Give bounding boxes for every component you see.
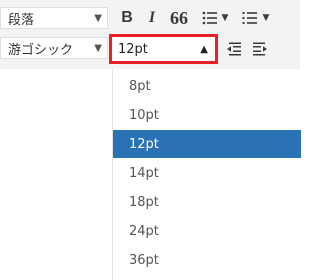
increase-indent-button[interactable]	[252, 38, 270, 60]
bold-button[interactable]: B	[118, 7, 136, 29]
font-size-option[interactable]: 10pt	[113, 101, 301, 129]
font-size-select[interactable]: 12pt ▲	[109, 34, 218, 64]
italic-label: I	[148, 9, 156, 26]
paragraph-format-select[interactable]: 段落 ▼	[0, 7, 108, 29]
font-size-option[interactable]: 36pt	[113, 246, 301, 274]
font-size-option-selected[interactable]: 12pt	[113, 130, 301, 158]
font-size-option[interactable]: 18pt	[113, 188, 301, 216]
numbered-list-dropdown[interactable]: ▼	[261, 7, 271, 29]
quote-label: 66	[170, 7, 188, 28]
chevron-down-icon: ▼	[221, 13, 229, 23]
bullet-list-dropdown[interactable]: ▼	[220, 7, 230, 29]
font-family-select[interactable]: 游ゴシック ▼	[0, 37, 108, 59]
increase-indent-icon	[253, 42, 267, 56]
font-size-option-label: 36pt	[129, 252, 159, 268]
font-size-option-label: 24pt	[129, 223, 159, 239]
blockquote-button[interactable]: 66	[169, 7, 189, 29]
chevron-down-icon: ▼	[262, 13, 270, 23]
font-size-dropdown: 8pt 10pt 12pt 14pt 18pt 24pt 36pt	[112, 69, 301, 280]
bold-label: B	[121, 9, 133, 26]
font-size-option[interactable]: 14pt	[113, 159, 301, 187]
decrease-indent-icon	[227, 42, 241, 56]
font-size-option-label: 8pt	[129, 78, 151, 94]
font-size-option-label: 12pt	[129, 136, 159, 152]
font-size-option-label: 18pt	[129, 194, 159, 210]
chevron-down-icon: ▼	[94, 12, 102, 24]
bullet-list-icon	[202, 11, 217, 25]
chevron-down-icon: ▼	[94, 42, 102, 54]
numbered-list-button[interactable]	[241, 7, 259, 29]
font-size-option[interactable]: 8pt	[113, 72, 301, 100]
chevron-up-icon: ▲	[200, 43, 208, 55]
bullet-list-button[interactable]	[201, 7, 219, 29]
font-family-value: 游ゴシック	[8, 42, 74, 58]
font-size-option-label: 10pt	[129, 107, 159, 123]
font-size-option-label: 14pt	[129, 165, 159, 181]
font-size-option[interactable]: 24pt	[113, 217, 301, 245]
font-size-value: 12pt	[118, 41, 148, 57]
paragraph-format-value: 段落	[8, 12, 35, 28]
italic-button[interactable]: I	[143, 7, 161, 29]
numbered-list-icon	[242, 12, 257, 24]
decrease-indent-button[interactable]	[226, 38, 244, 60]
